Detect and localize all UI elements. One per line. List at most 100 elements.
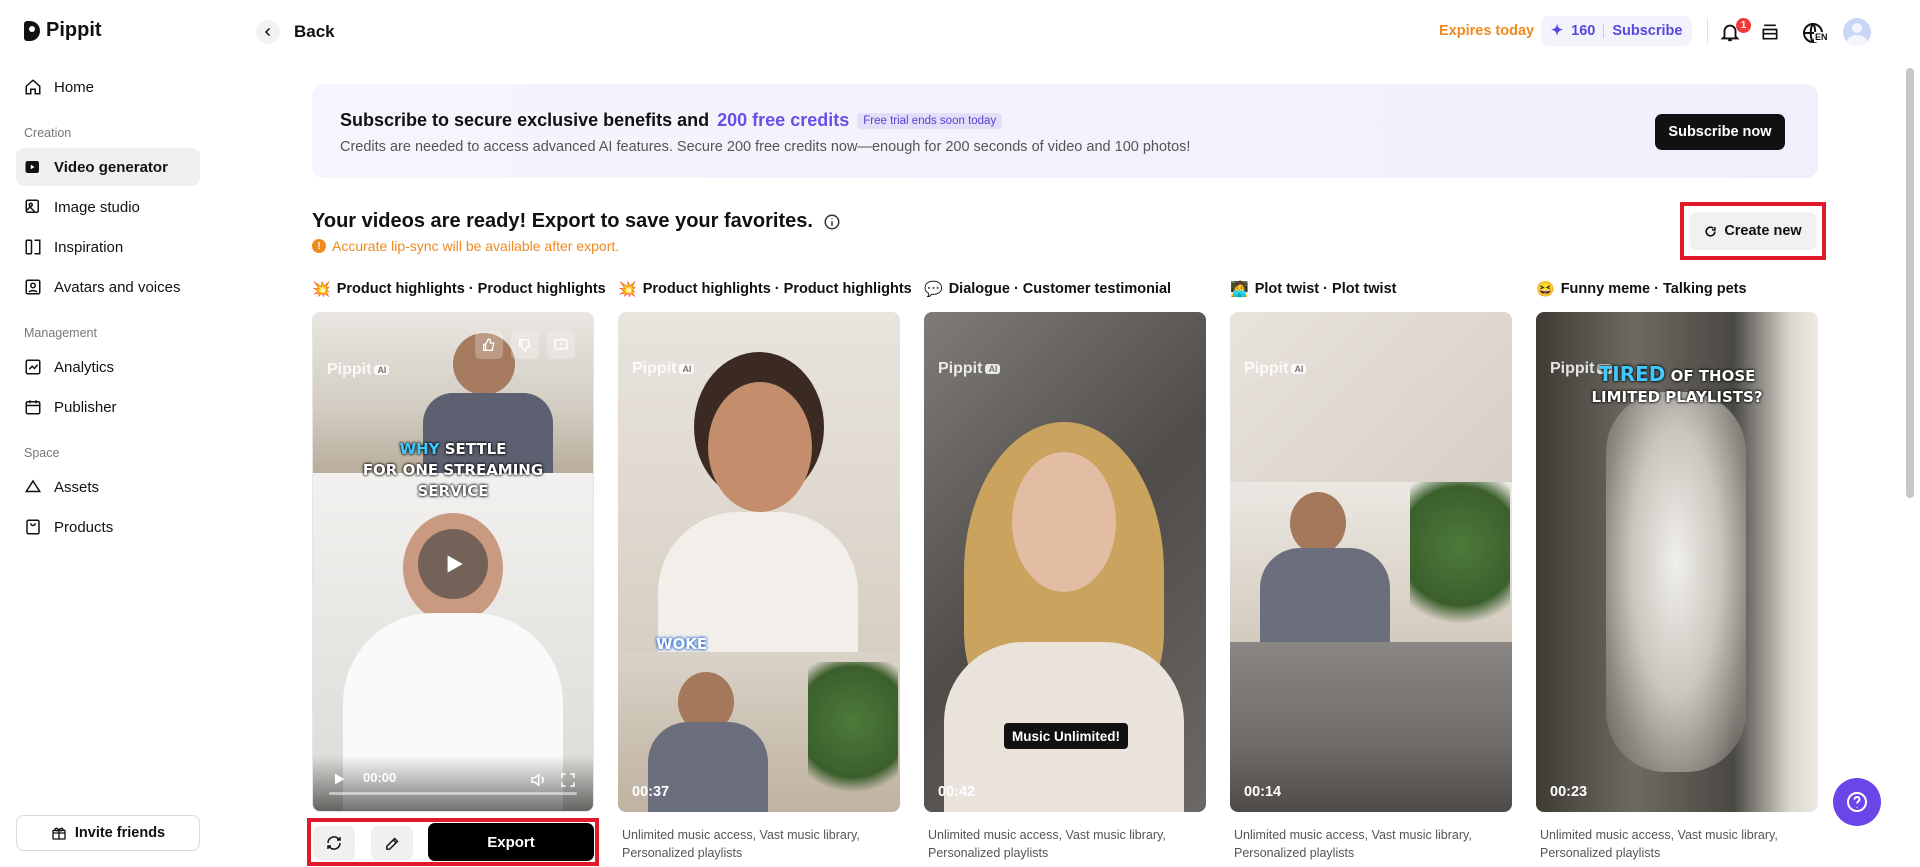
inspiration-icon <box>25 239 41 255</box>
subscribe-banner: Subscribe to secure exclusive benefits a… <box>312 84 1818 178</box>
invite-friends-button[interactable]: Invite friends <box>16 815 200 851</box>
back-label: Back <box>294 22 335 41</box>
video-title-5: 😆 Funny meme · Talking pets <box>1536 280 1747 298</box>
video-card-1[interactable]: Pippit AI WHY SETTLE FOR ONE STREAMING SE… <box>312 312 594 812</box>
playback-time: 00:00 <box>363 770 397 785</box>
help-icon <box>1847 792 1867 812</box>
credits-subscribe-pill[interactable]: ✦ 160 Subscribe <box>1541 16 1693 46</box>
play-icon <box>447 555 463 573</box>
sidebar-item-inspiration[interactable]: Inspiration <box>16 228 200 266</box>
sidebar-item-label: Analytics <box>54 358 115 376</box>
scrollbar[interactable] <box>1906 68 1914 498</box>
credits-count: 160 <box>1571 23 1596 39</box>
progress-bar[interactable] <box>329 792 577 795</box>
regenerate-button[interactable] <box>313 826 355 860</box>
video-caption: TIRED OF THOSE LIMITED PLAYLISTS? <box>1591 362 1763 407</box>
trial-tag: Free trial ends soon today <box>857 112 1003 129</box>
create-new-button[interactable]: Create new <box>1690 212 1816 250</box>
sidebar-item-label: Assets <box>54 478 100 496</box>
sidebar-item-label: Home <box>54 78 95 96</box>
report-icon[interactable] <box>547 331 575 359</box>
video-person-shirt <box>658 512 858 652</box>
sidebar-item-home[interactable]: Home <box>16 68 200 106</box>
play-control-icon[interactable] <box>331 771 347 787</box>
create-new-label: Create new <box>1724 223 1802 239</box>
sidebar-item-image-studio[interactable]: Image studio <box>16 188 200 226</box>
language-code: EN <box>1814 32 1829 42</box>
video-controls: 00:00 <box>313 755 593 811</box>
edit-button[interactable] <box>371 826 413 860</box>
warning-text: Accurate lip-sync will be available afte… <box>332 238 620 254</box>
home-icon <box>25 79 41 95</box>
volume-icon[interactable] <box>529 771 547 789</box>
video-caption: Music Unlimited! <box>1004 723 1129 749</box>
notification-badge: 1 <box>1736 18 1751 33</box>
video-frame-top <box>1230 312 1512 482</box>
video-title-text: Funny meme · Talking pets <box>1560 281 1747 297</box>
video-description-3: Unlimited music access, Vast music libra… <box>928 828 1166 860</box>
banner-title-prefix: Subscribe to secure exclusive benefits a… <box>340 110 710 130</box>
play-button[interactable] <box>418 529 488 599</box>
pippit-logo-icon <box>24 20 40 41</box>
banner-title-highlight: 200 free credits <box>717 110 850 130</box>
video-title-2: 💥 Product highlights · Product highlight… <box>618 280 912 298</box>
plant-image <box>808 662 898 812</box>
pippit-watermark: Pippit AI <box>938 360 1001 378</box>
invite-label: Invite friends <box>74 825 166 841</box>
back-button[interactable]: Back <box>256 20 335 44</box>
user-avatar[interactable] <box>1843 18 1871 46</box>
pippit-watermark: Pippit AI <box>1244 360 1307 378</box>
gift-icon <box>52 827 66 840</box>
video-title-text: Product highlights · Product highlights <box>642 281 912 297</box>
export-button[interactable]: Export <box>428 823 594 861</box>
pill-divider <box>1603 24 1605 38</box>
inbox-icon[interactable] <box>1756 18 1784 46</box>
logo-text: Pippit <box>46 19 102 41</box>
sidebar-item-avatars-voices[interactable]: Avatars and voices <box>16 268 200 306</box>
video-card-5[interactable]: Pippit AI TIRED OF THOSE LIMITED PLAYLIST… <box>1536 312 1818 812</box>
video-card-2[interactable]: Pippit AI WOKE 00:37 <box>618 312 900 812</box>
cat-image <box>1606 392 1746 772</box>
video-title-text: Product highlights · Product highlights <box>336 281 606 297</box>
sidebar-item-assets[interactable]: Assets <box>16 468 200 506</box>
sidebar-item-publisher[interactable]: Publisher <box>16 388 200 426</box>
pippit-watermark: Pippit AI <box>327 361 390 379</box>
video-card-4[interactable]: Pippit AI 00:14 <box>1230 312 1512 812</box>
video-person-face <box>1012 452 1116 592</box>
card-feedback-tools <box>475 331 575 359</box>
section-management: Management <box>24 326 97 340</box>
sidebar-item-label: Avatars and voices <box>54 278 181 296</box>
avatar-voice-icon <box>25 279 41 295</box>
chevron-left-icon <box>256 20 280 44</box>
video-caption: WHY SETTLE FOR ONE STREAMING SERVICE <box>362 440 544 500</box>
video-card-3[interactable]: Pippit AI Music Unlimited! 00:42 <box>924 312 1206 812</box>
page-title-text: Your videos are ready! Export to save yo… <box>312 210 813 232</box>
banner-title: Subscribe to secure exclusive benefits a… <box>340 110 1003 131</box>
video-title-text: Plot twist · Plot twist <box>1254 281 1397 297</box>
language-globe-icon[interactable]: EN <box>1796 18 1830 48</box>
video-description-4: Unlimited music access, Vast music libra… <box>1234 828 1472 860</box>
subscribe-link[interactable]: Subscribe <box>1612 23 1682 39</box>
sidebar-item-video-generator[interactable]: Video generator <box>16 148 200 186</box>
video-duration: 00:14 <box>1244 784 1282 800</box>
sidebar-item-analytics[interactable]: Analytics <box>16 348 200 386</box>
thumbs-down-icon[interactable] <box>511 331 539 359</box>
sidebar-item-products[interactable]: Products <box>16 508 200 546</box>
sidebar-item-label: Products <box>54 518 114 536</box>
info-icon[interactable] <box>823 213 841 231</box>
pippit-logo[interactable]: Pippit <box>24 19 102 42</box>
regenerate-icon <box>327 836 341 850</box>
person-laptop-icon: 🧑‍💻 <box>1230 281 1249 298</box>
laughing-face-icon: 😆 <box>1536 281 1555 298</box>
video-description-5: Unlimited music access, Vast music libra… <box>1540 828 1778 860</box>
pippit-watermark: Pippit AI <box>632 360 695 378</box>
thumbs-up-icon[interactable] <box>475 331 503 359</box>
subscribe-now-button[interactable]: Subscribe now <box>1655 114 1785 150</box>
products-icon <box>26 519 40 535</box>
help-button[interactable] <box>1833 778 1881 826</box>
sparkle-icon: ✦ <box>1551 23 1564 39</box>
page-title: Your videos are ready! Export to save yo… <box>312 210 841 233</box>
sidebar: Pippit Home Creation Video generator Ima… <box>0 0 216 867</box>
fullscreen-icon[interactable] <box>559 771 577 789</box>
app-root: Pippit Home Creation Video generator Ima… <box>0 0 1920 867</box>
